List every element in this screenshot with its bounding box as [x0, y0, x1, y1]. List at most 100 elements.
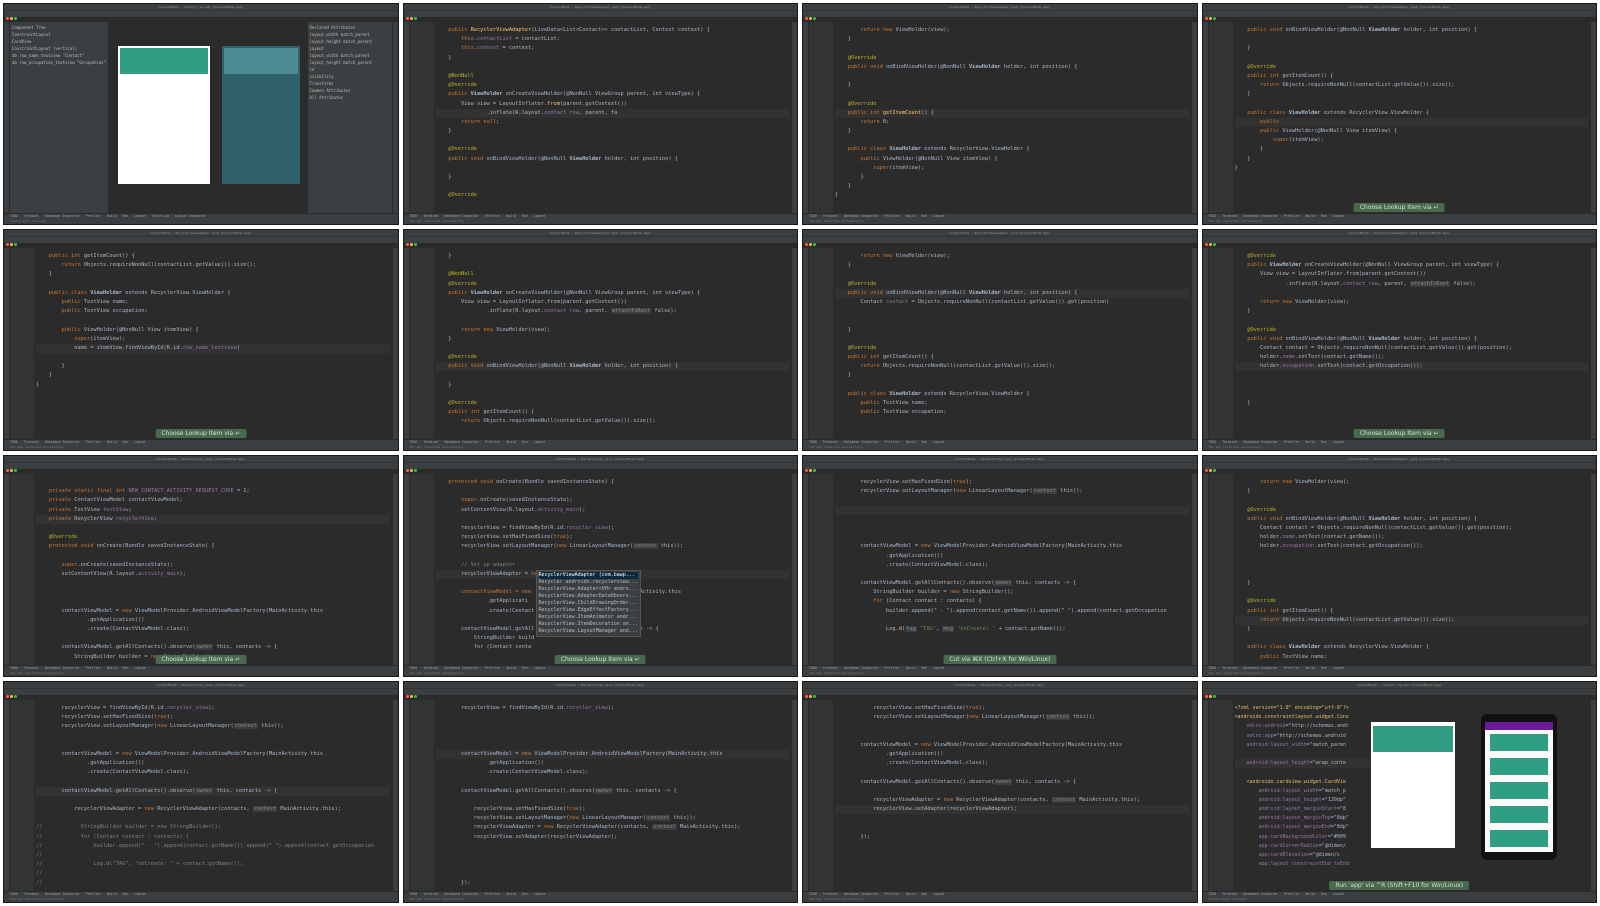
tool-window-button[interactable]: Run	[123, 892, 129, 896]
tool-window-button[interactable]: Run	[522, 440, 528, 444]
tool-window-button[interactable]: TODO	[10, 892, 18, 896]
zoom-window-button[interactable]	[14, 243, 17, 246]
right-tool-strip[interactable]	[792, 700, 797, 892]
tool-window-button[interactable]: Database Inspector	[445, 440, 480, 444]
tool-window-button[interactable]: Terminal	[24, 440, 39, 444]
zoom-window-button[interactable]	[14, 469, 17, 472]
tool-window-button[interactable]: Logcat	[134, 666, 146, 670]
minimize-window-button[interactable]	[10, 469, 13, 472]
tool-window-button[interactable]: Run	[1321, 892, 1327, 896]
code-editor[interactable]: 43 public int getItemCount() {44 return …	[36, 252, 390, 438]
minimize-window-button[interactable]	[809, 17, 812, 20]
zoom-window-button[interactable]	[14, 17, 17, 20]
tool-window-button[interactable]: Database Inspector	[445, 892, 480, 896]
tool-window-button[interactable]: Terminal	[423, 440, 438, 444]
left-tool-strip[interactable]	[4, 700, 9, 892]
minimize-window-button[interactable]	[1208, 695, 1212, 698]
right-tool-strip[interactable]	[1591, 700, 1596, 892]
autocomplete-item[interactable]: RecyclerView.ItemAnimator andr...	[539, 614, 638, 621]
attribute-row[interactable]: Transforms	[310, 80, 390, 87]
close-window-button[interactable]	[805, 243, 808, 246]
tool-window-button[interactable]: Database Inspector	[844, 440, 879, 444]
autocomplete-item[interactable]: RecyclerView.Adapter<VH> andro...	[539, 586, 638, 593]
tool-window-button[interactable]: Terminal	[24, 892, 39, 896]
tool-window-button[interactable]: TODO	[10, 214, 18, 218]
tool-window-button[interactable]: Run	[922, 666, 928, 670]
minimize-window-button[interactable]	[10, 243, 13, 246]
tool-window-button[interactable]: Logcat	[933, 892, 945, 896]
autocomplete-item[interactable]: RecyclerViewAdapter (com.bawp...	[538, 572, 638, 579]
component-tree-item[interactable]: ConstraintLayout (vertical)	[12, 45, 108, 52]
tool-window-button[interactable]: Terminal	[24, 214, 39, 218]
close-window-button[interactable]	[805, 695, 808, 698]
tool-window-button[interactable]: Build	[506, 440, 516, 444]
tool-window-button[interactable]: Build	[1305, 214, 1315, 218]
tool-window-button[interactable]: Database Inspector	[45, 892, 80, 896]
tool-window-button[interactable]: TODO	[809, 892, 817, 896]
close-window-button[interactable]	[805, 17, 808, 20]
left-tool-strip[interactable]	[403, 474, 409, 666]
minimize-window-button[interactable]	[409, 695, 413, 698]
tool-window-button[interactable]: Run	[522, 666, 528, 670]
design-canvas[interactable]	[108, 22, 310, 214]
right-tool-strip[interactable]	[1191, 22, 1197, 214]
code-editor[interactable]: 22 public RecyclerViewAdapter(LiveData<L…	[435, 26, 789, 212]
tool-window-button[interactable]: TODO	[410, 666, 418, 670]
component-tree-item[interactable]: ab row_occupation_textview "Occupation"	[12, 59, 108, 66]
tool-window-button[interactable]: Run	[922, 214, 928, 218]
right-tool-strip[interactable]	[392, 474, 398, 666]
autocomplete-item[interactable]: RecyclerView.ChildDrawingOrder...	[539, 600, 638, 607]
tool-window-button[interactable]: Database Inspector	[45, 666, 80, 670]
tool-window-button[interactable]: Logcat	[1333, 214, 1345, 218]
tool-window-button[interactable]: Build	[906, 214, 916, 218]
tool-window-button[interactable]: Profiler	[485, 214, 500, 218]
tool-window-button[interactable]: Logcat	[1333, 440, 1345, 444]
tool-window-button[interactable]: Logcat	[933, 214, 945, 218]
attribute-row[interactable]: layout_width match_parent	[310, 31, 390, 38]
minimize-window-button[interactable]	[809, 243, 812, 246]
tool-window-button[interactable]: Build	[107, 440, 117, 444]
tool-window-button[interactable]: Profiler	[86, 892, 101, 896]
left-tool-strip[interactable]	[403, 22, 409, 214]
zoom-window-button[interactable]	[813, 469, 816, 472]
autocomplete-popup[interactable]: RecyclerViewAdapter (com.bawp... Recycler…	[535, 570, 641, 637]
tool-window-button[interactable]: Run	[522, 892, 528, 896]
left-tool-strip[interactable]	[4, 248, 9, 440]
zoom-window-button[interactable]	[813, 695, 816, 698]
tool-window-button[interactable]: Build	[906, 666, 916, 670]
left-tool-strip[interactable]	[1202, 22, 1208, 214]
tool-window-button[interactable]: Build	[1305, 666, 1315, 670]
tool-window-button[interactable]: Run	[1321, 440, 1327, 444]
tool-window-button[interactable]: Terminal	[1222, 440, 1237, 444]
minimize-window-button[interactable]	[409, 17, 413, 20]
tool-window-button[interactable]: Terminal	[1222, 214, 1237, 218]
left-tool-strip[interactable]	[4, 474, 9, 666]
tool-window-button[interactable]: Database Inspector	[844, 214, 879, 218]
tool-window-button[interactable]: Database Inspector	[1244, 666, 1279, 670]
minimize-window-button[interactable]	[1208, 243, 1212, 246]
zoom-window-button[interactable]	[1212, 469, 1216, 472]
tool-window-button[interactable]: Build	[107, 666, 117, 670]
zoom-window-button[interactable]	[1212, 243, 1216, 246]
left-tool-strip[interactable]	[1202, 248, 1208, 440]
tool-window-button[interactable]: Build	[906, 440, 916, 444]
tool-window-button[interactable]: Run	[1321, 666, 1327, 670]
tool-window-button[interactable]: Database Inspector	[445, 214, 480, 218]
tool-window-button[interactable]: Profiler	[485, 666, 500, 670]
tool-window-button[interactable]: Logcat	[1333, 666, 1345, 670]
tool-window-button[interactable]: Run	[123, 666, 129, 670]
tool-window-button[interactable]: Layout Inspector	[175, 214, 206, 218]
left-tool-strip[interactable]	[1202, 474, 1208, 666]
code-editor[interactable]: 36 recyclerView = findViewById(R.id.recy…	[36, 704, 390, 890]
minimize-window-button[interactable]	[1208, 469, 1212, 472]
minimize-window-button[interactable]	[409, 469, 413, 472]
tool-window-button[interactable]: Profiler	[1284, 892, 1299, 896]
tool-window-button[interactable]: TODO	[410, 892, 418, 896]
tool-window-button[interactable]: TODO	[809, 666, 817, 670]
tool-window-button[interactable]: Terminal	[423, 892, 438, 896]
code-editor[interactable]: 38 public void onBindViewHolder(@NonNull…	[1234, 26, 1588, 212]
tool-window-button[interactable]: Profiler	[885, 892, 900, 896]
tool-window-button[interactable]: Database Inspector	[1244, 214, 1279, 218]
attribute-row[interactable]: layout_height match_parent	[310, 38, 390, 45]
autocomplete-item[interactable]: Recycler androidx.recyclerview...	[539, 579, 638, 586]
